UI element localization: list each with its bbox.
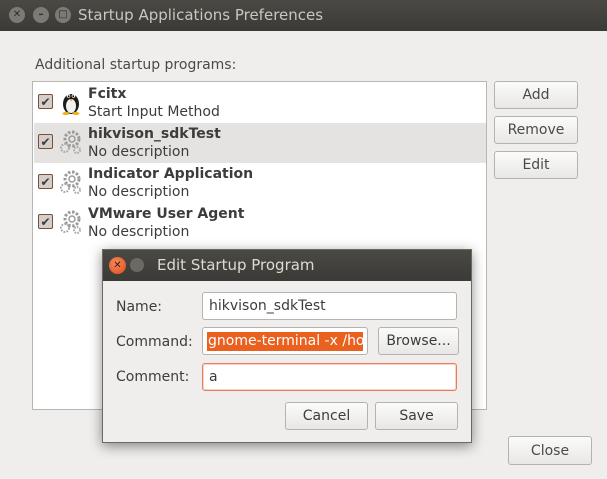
- command-label: Command:: [116, 334, 193, 350]
- window-minimize-icon[interactable]: –: [33, 7, 49, 23]
- comment-label: Comment:: [116, 369, 190, 385]
- command-selected-text: gnome-terminal -x /hor: [207, 332, 363, 351]
- enabled-checkbox[interactable]: ✔: [38, 94, 53, 109]
- gears-icon: [60, 130, 81, 154]
- name-label: Name:: [116, 299, 163, 315]
- remove-button[interactable]: Remove: [494, 116, 578, 144]
- enabled-checkbox[interactable]: ✔: [38, 174, 53, 189]
- edit-startup-program-dialog: ✕ Edit Startup Program Name: Command: gn…: [102, 249, 472, 443]
- dialog-minimize-icon[interactable]: [130, 258, 144, 272]
- enabled-checkbox[interactable]: ✔: [38, 134, 53, 149]
- save-button[interactable]: Save: [375, 402, 458, 430]
- dialog-titlebar[interactable]: ✕ Edit Startup Program: [103, 250, 471, 281]
- list-item[interactable]: ✔ VMware User Agent No description: [34, 203, 486, 243]
- window-title: Startup Applications Preferences: [78, 6, 324, 24]
- program-description: No description: [88, 224, 190, 240]
- dialog-close-icon[interactable]: ✕: [109, 257, 126, 274]
- penguin-icon: [62, 94, 80, 115]
- cancel-button[interactable]: Cancel: [285, 402, 368, 430]
- section-label: Additional startup programs:: [35, 57, 237, 73]
- browse-button[interactable]: Browse...: [378, 327, 459, 355]
- program-description: Start Input Method: [88, 104, 220, 120]
- dialog-title: Edit Startup Program: [157, 256, 315, 274]
- program-name: hikvison_sdkTest: [88, 126, 221, 142]
- edit-button[interactable]: Edit: [494, 151, 578, 179]
- list-item[interactable]: ✔ hikvison_sdkTest No description: [34, 123, 486, 163]
- gears-icon: [60, 170, 81, 194]
- close-button[interactable]: Close: [508, 436, 592, 465]
- window-titlebar[interactable]: ✕ – □ Startup Applications Preferences: [0, 0, 607, 31]
- list-item[interactable]: ✔ Fcitx Start Input Method: [34, 83, 486, 123]
- program-description: No description: [88, 144, 190, 160]
- comment-field[interactable]: [202, 363, 457, 391]
- list-item[interactable]: ✔ Indicator Application No description: [34, 163, 486, 203]
- window-maximize-icon[interactable]: □: [55, 7, 71, 23]
- program-description: No description: [88, 184, 190, 200]
- program-name: VMware User Agent: [88, 206, 245, 222]
- gears-icon: [60, 210, 81, 234]
- program-name: Indicator Application: [88, 166, 254, 182]
- window-close-icon[interactable]: ✕: [9, 7, 25, 23]
- program-name: Fcitx: [88, 86, 127, 102]
- add-button[interactable]: Add: [494, 81, 578, 109]
- command-field[interactable]: gnome-terminal -x /hor: [202, 327, 368, 355]
- name-field[interactable]: [202, 292, 457, 320]
- enabled-checkbox[interactable]: ✔: [38, 214, 53, 229]
